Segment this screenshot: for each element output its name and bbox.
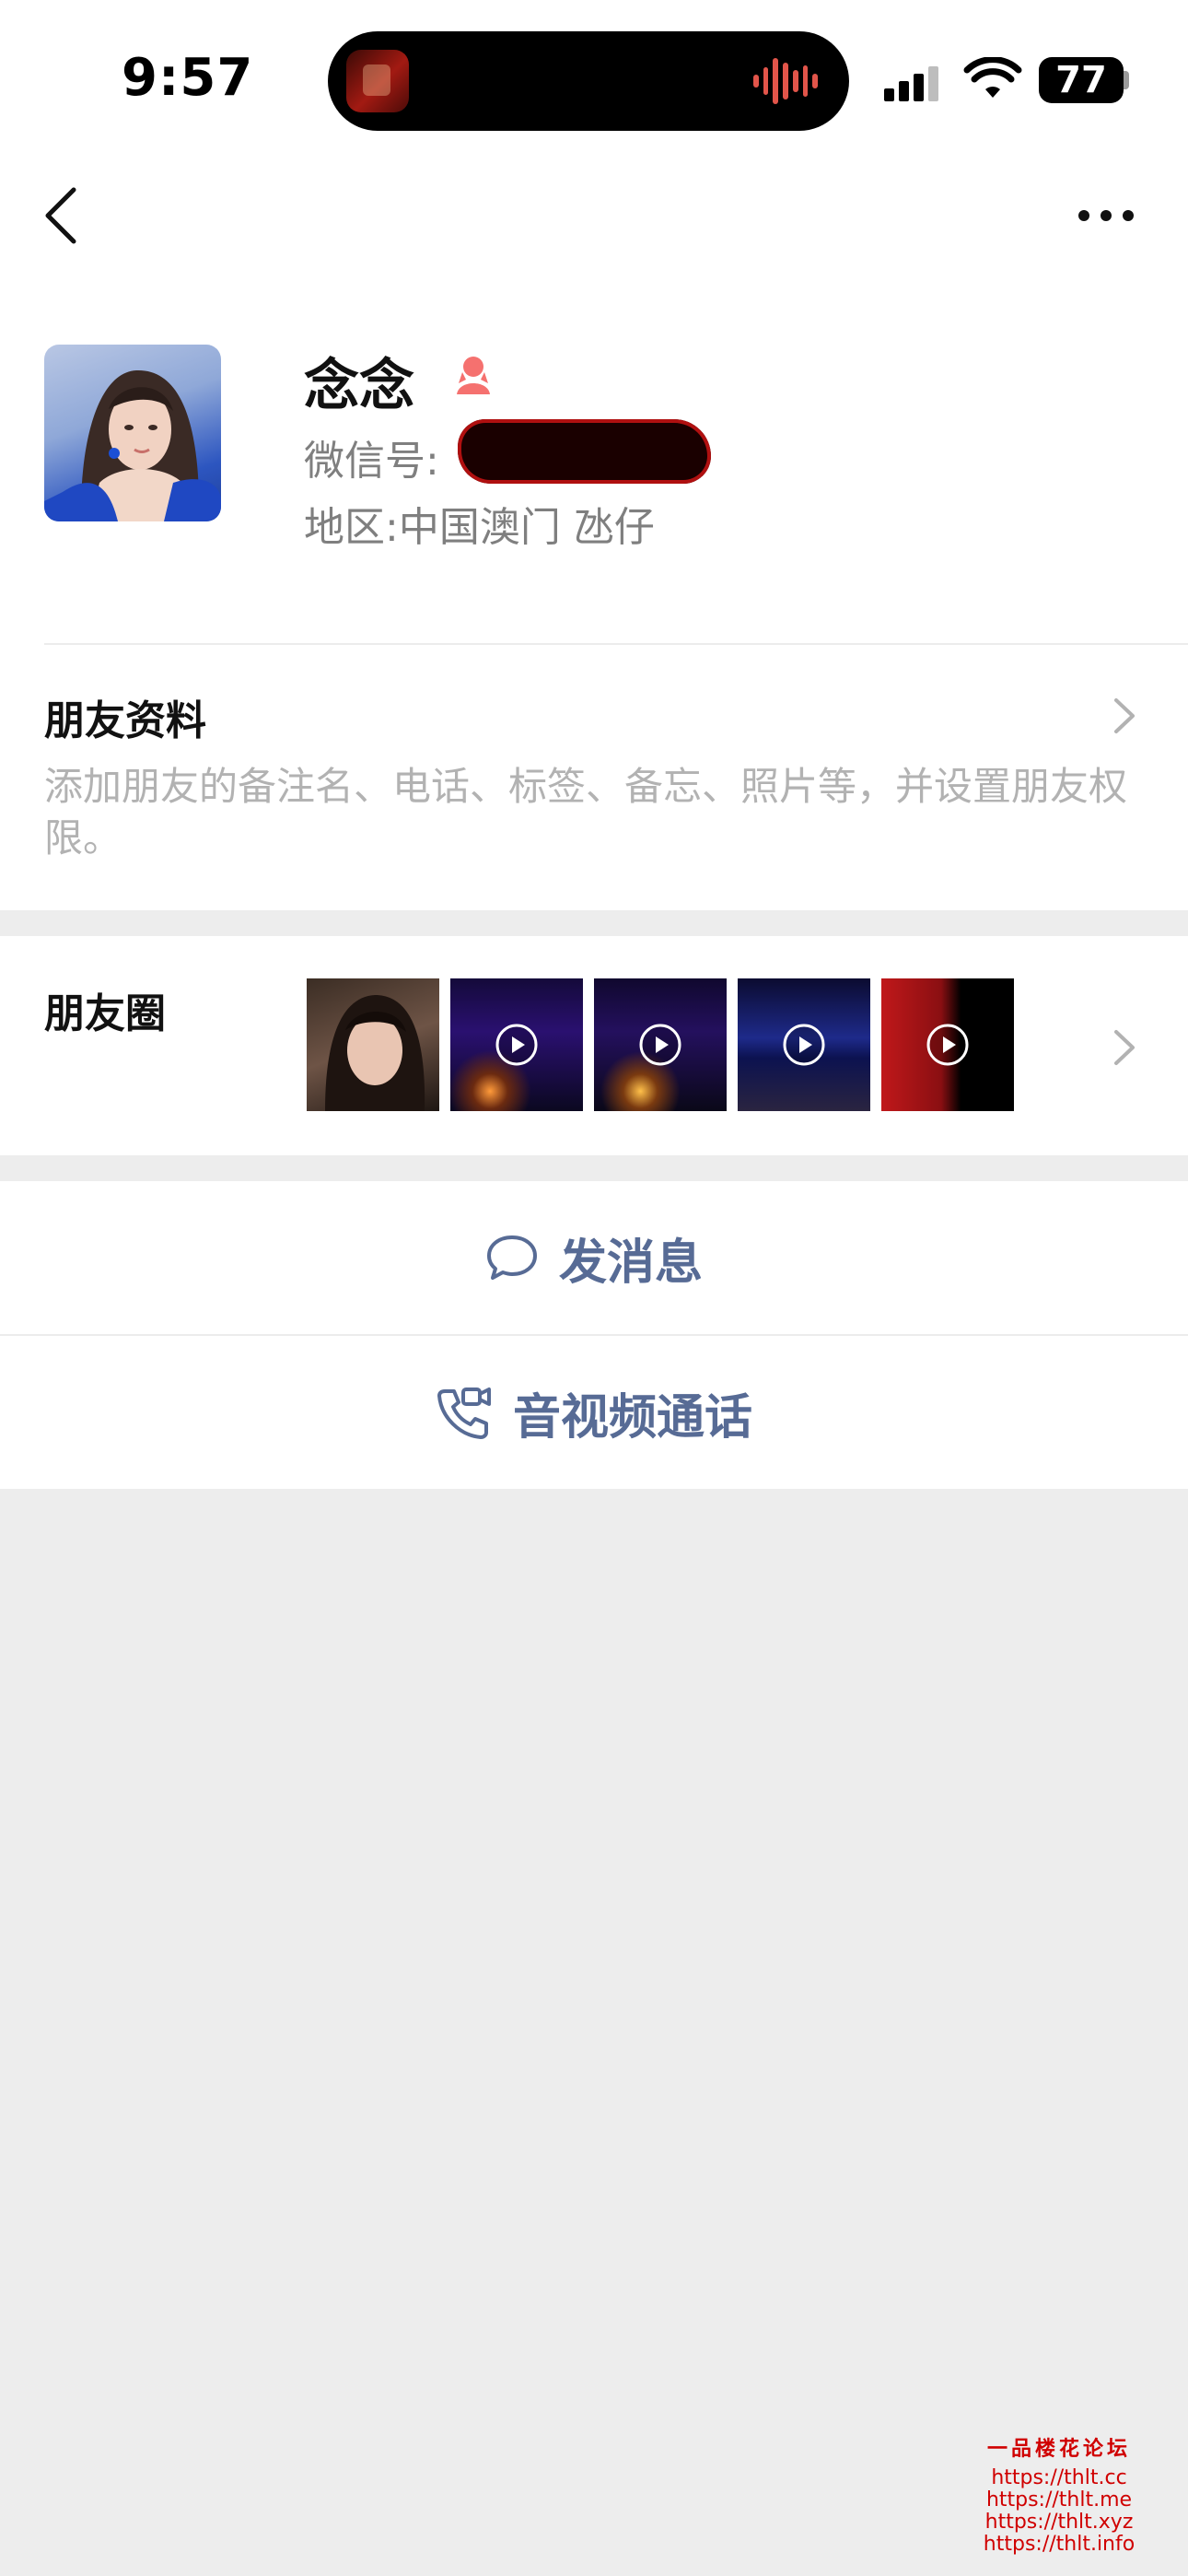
av-call-button[interactable]: 音视频通话 <box>0 1336 1188 1489</box>
watermark-url: https://thlt.cc <box>991 2466 1127 2489</box>
dynamic-island[interactable] <box>328 31 849 131</box>
female-gender-icon <box>457 357 490 394</box>
chat-bubble-icon <box>486 1235 537 1280</box>
av-call-label: 音视频通话 <box>512 1389 752 1446</box>
back-chevron-icon[interactable] <box>37 179 92 252</box>
send-message-row[interactable]: 发消息 <box>0 1181 1188 1334</box>
profile-header: 念念 微信号: 地区:中国澳门 氹仔 <box>0 313 1188 645</box>
play-icon <box>639 1024 681 1066</box>
chevron-right-icon <box>1114 1030 1135 1065</box>
watermark-title: 一品楼花论坛 <box>986 2438 1131 2461</box>
friend-info-description: 添加朋友的备注名、电话、标签、备忘、照片等，并设置朋友权限。 <box>44 764 1128 861</box>
moments-video-thumbnail[interactable] <box>450 978 583 1111</box>
play-icon <box>783 1024 825 1066</box>
status-bar: 9:57 77 <box>0 0 1188 157</box>
moments-row[interactable]: 朋友圈 <box>0 936 1188 1155</box>
moments-video-thumbnail[interactable] <box>738 978 870 1111</box>
battery-icon: 77 <box>1039 57 1124 103</box>
friend-info-title: 朋友资料 <box>44 697 206 744</box>
wechat-id-label: 微信号: <box>304 438 439 485</box>
moments-title: 朋友圈 <box>44 990 166 1037</box>
contact-name: 念念 <box>304 354 414 418</box>
moments-video-thumbnail[interactable] <box>594 978 727 1111</box>
cellular-signal-icon <box>884 64 943 101</box>
more-options-icon[interactable] <box>1074 197 1138 234</box>
battery-cap <box>1124 71 1129 89</box>
redacted-wechat-id <box>458 419 711 484</box>
play-icon <box>926 1024 969 1066</box>
chevron-right-icon <box>1114 698 1135 733</box>
av-call-row[interactable]: 音视频通话 <box>0 1336 1188 1489</box>
navigation-bar <box>0 157 1188 313</box>
audio-waveform-icon <box>753 55 819 107</box>
send-message-button[interactable]: 发消息 <box>0 1181 1188 1334</box>
watermark-url: https://thlt.me <box>985 2488 1133 2512</box>
region-label: 地区:中国澳门 氹仔 <box>304 504 655 551</box>
send-message-label: 发消息 <box>558 1235 703 1291</box>
video-call-icon <box>437 1388 491 1439</box>
forum-watermark: 一品楼花论坛 https://thlt.cc https://thlt.me h… <box>976 2432 1142 2556</box>
watermark-url: https://thlt.info <box>983 2533 1136 2556</box>
wifi-icon <box>963 57 1022 98</box>
moments-thumbnail[interactable] <box>307 978 439 1111</box>
status-time: 9:57 <box>122 48 254 108</box>
avatar[interactable] <box>44 345 221 521</box>
play-icon <box>495 1024 538 1066</box>
now-playing-app-icon <box>346 50 409 112</box>
moments-video-thumbnail[interactable] <box>881 978 1014 1111</box>
watermark-url: https://thlt.xyz <box>984 2511 1134 2534</box>
friend-info-row[interactable]: 朋友资料 添加朋友的备注名、电话、标签、备忘、照片等，并设置朋友权限。 <box>0 645 1188 910</box>
